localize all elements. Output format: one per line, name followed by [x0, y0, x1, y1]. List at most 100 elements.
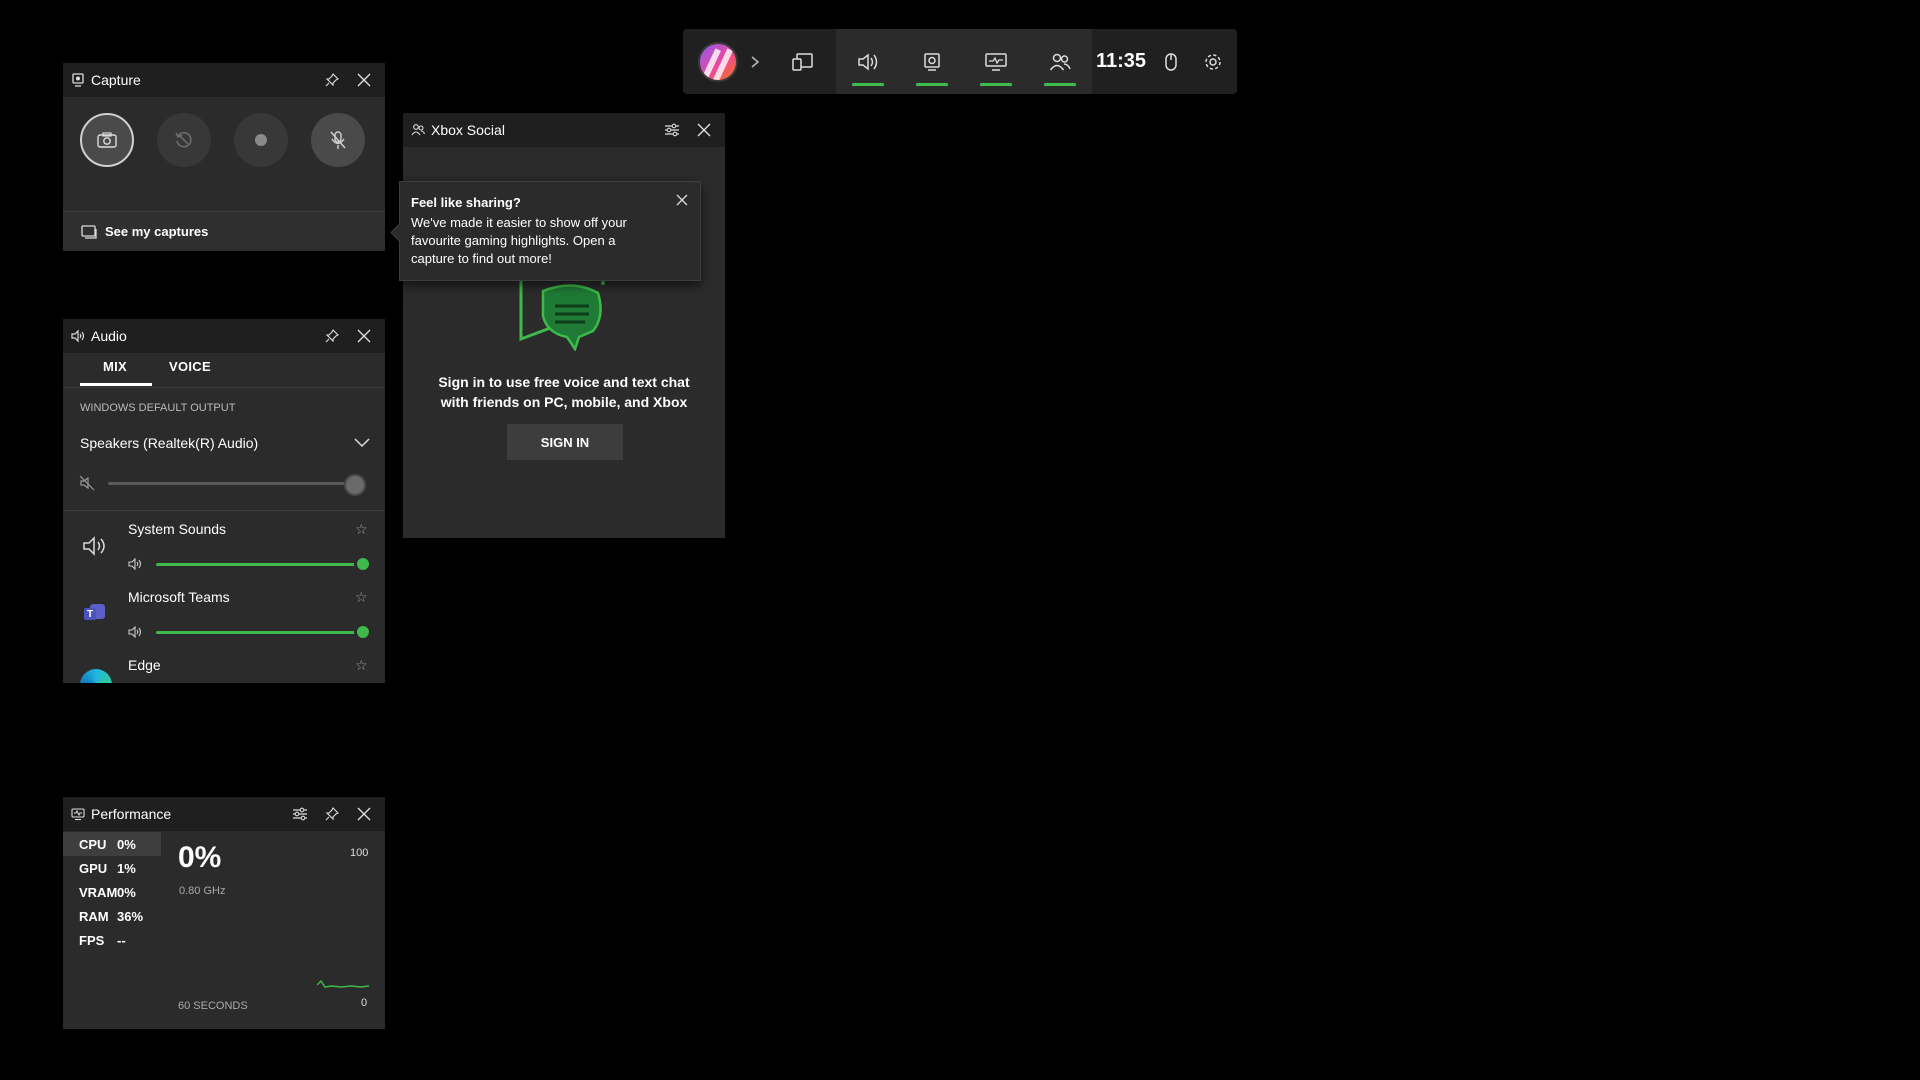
metric-label: CPU [79, 836, 107, 852]
mic-toggle-button[interactable] [311, 113, 365, 167]
metric-ram[interactable]: RAM 36% [63, 904, 161, 928]
close-button[interactable] [351, 801, 377, 827]
tab-voice[interactable]: VOICE [169, 359, 211, 374]
sliders-icon [293, 807, 307, 821]
pin-icon [325, 329, 339, 343]
close-icon [697, 123, 711, 137]
app-volume-track[interactable] [156, 631, 362, 634]
game-bar: 11:35 [683, 29, 1237, 94]
filter-button[interactable] [659, 117, 685, 143]
output-device-label: Speakers (Realtek(R) Audio) [80, 435, 259, 451]
list-item: T Microsoft Teams ☆ [63, 579, 385, 647]
panel-title: Audio [91, 328, 127, 344]
app-name: Microsoft Teams [128, 589, 230, 605]
expand-chevron-icon[interactable] [743, 29, 767, 94]
master-volume-track[interactable] [108, 482, 362, 485]
metric-label: FPS [79, 932, 105, 948]
close-icon [357, 73, 371, 87]
gear-icon [1205, 53, 1221, 70]
metric-fps[interactable]: FPS -- [63, 928, 161, 952]
favorite-star-icon[interactable]: ☆ [355, 521, 368, 538]
app-volume-icon[interactable] [128, 558, 142, 570]
sign-in-button[interactable]: SIGN IN [507, 424, 623, 460]
pin-button[interactable] [319, 323, 345, 349]
metric-vram[interactable]: VRAM 0% [63, 880, 161, 904]
performance-icon [71, 808, 85, 821]
app-volume-icon[interactable] [128, 626, 142, 638]
axis-max-label: 100 [350, 847, 369, 859]
favorite-star-icon[interactable]: ☆ [355, 657, 368, 674]
output-device-dropdown[interactable]: Speakers (Realtek(R) Audio) [80, 432, 370, 454]
master-volume-thumb[interactable] [344, 474, 366, 496]
speaker-icon [858, 52, 878, 71]
metric-cpu[interactable]: CPU 0% [63, 832, 161, 856]
app-volume-thumb[interactable] [354, 555, 372, 573]
pin-button[interactable] [319, 67, 345, 93]
frequency-label: 0.80 GHz [179, 885, 226, 897]
usage-graph [317, 979, 369, 988]
metric-gpu[interactable]: GPU 1% [63, 856, 161, 880]
capture-titlebar: Capture [63, 63, 385, 97]
tab-mix[interactable]: MIX [103, 359, 127, 374]
pin-icon [325, 807, 339, 821]
close-button[interactable] [351, 323, 377, 349]
friends-icon [1049, 53, 1071, 70]
app-name: System Sounds [128, 521, 227, 537]
see-captures-link[interactable]: See my captures [63, 211, 385, 251]
capture-icon [924, 52, 940, 71]
options-button[interactable] [287, 801, 313, 827]
metric-value: -- [117, 932, 126, 948]
tooltip-arrow [390, 223, 409, 242]
speaker-icon [71, 329, 85, 343]
panel-title: Performance [91, 806, 172, 822]
app-volume-thumb[interactable] [354, 623, 372, 641]
screenshot-button[interactable] [80, 113, 134, 167]
sharing-tooltip: Feel like sharing? We've made it easier … [390, 181, 701, 281]
teams-icon: T [83, 602, 107, 624]
widget-menu-icon [792, 52, 813, 71]
tooltip-body: We've made it easier to show off your fa… [411, 215, 627, 266]
friends-icon [411, 124, 425, 136]
edge-icon [80, 669, 112, 683]
app-volume-track[interactable] [156, 563, 362, 566]
camera-icon [97, 132, 117, 148]
axis-min-label: 0 [361, 997, 368, 1009]
profile-button[interactable] [695, 29, 741, 94]
social-widget-button[interactable] [1028, 29, 1092, 94]
performance-icon [985, 52, 1007, 71]
social-titlebar: Xbox Social [403, 113, 725, 147]
performance-widget-button[interactable] [964, 29, 1028, 94]
speaker-icon [83, 536, 105, 556]
section-label: WINDOWS DEFAULT OUTPUT [80, 402, 236, 414]
audio-titlebar: Audio [63, 319, 385, 353]
settings-button[interactable] [1193, 29, 1233, 94]
metric-value: 0% [117, 884, 136, 900]
list-item: System Sounds ☆ [63, 511, 385, 579]
pin-button[interactable] [319, 801, 345, 827]
metric-label: RAM [79, 908, 109, 924]
big-value: 0% [178, 841, 222, 874]
performance-panel: Performance CPU 0% GPU 1% VRAM 0% RAM 36% FP… [63, 797, 385, 1029]
record-last-button[interactable] [157, 113, 211, 167]
capture-widget-button[interactable] [900, 29, 964, 94]
close-button[interactable] [351, 67, 377, 93]
record-last-icon [175, 132, 192, 148]
audio-widget-button[interactable] [836, 29, 900, 94]
mic-off-icon [330, 131, 346, 149]
close-button[interactable] [676, 194, 688, 206]
gallery-icon [81, 224, 97, 239]
sliders-icon [665, 123, 679, 137]
start-recording-button[interactable] [234, 113, 288, 167]
close-button[interactable] [691, 117, 717, 143]
close-icon [357, 329, 371, 343]
metric-label: VRAM [79, 884, 118, 900]
list-item: Edge ☆ [63, 647, 385, 683]
widget-menu-button[interactable] [779, 29, 827, 94]
panel-title: Xbox Social [431, 122, 505, 138]
mouse-button[interactable] [1151, 29, 1191, 94]
mute-icon[interactable] [79, 475, 95, 491]
close-icon [676, 194, 688, 206]
time-window-label: 60 SECONDS [178, 1000, 248, 1012]
metric-value: 0% [117, 836, 136, 852]
favorite-star-icon[interactable]: ☆ [355, 589, 368, 606]
